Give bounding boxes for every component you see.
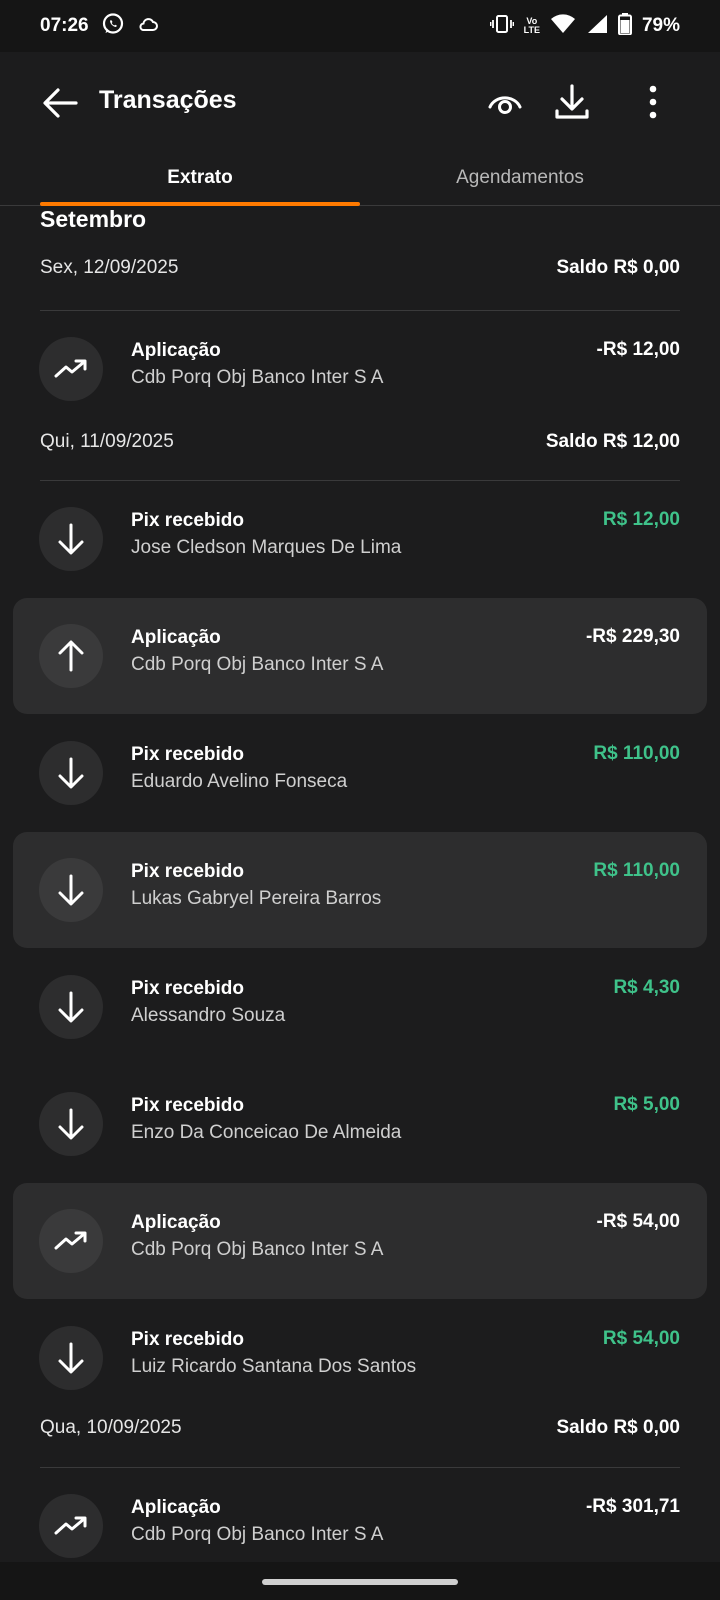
transaction-row[interactable]: Pix recebido Alessandro Souza R$ 4,30 bbox=[13, 949, 707, 1065]
transaction-subtitle: Cdb Porq Obj Banco Inter S A bbox=[131, 1239, 384, 1260]
battery-icon bbox=[617, 12, 632, 40]
day-date: Qua, 10/09/2025 bbox=[40, 1417, 182, 1438]
transaction-subtitle: Cdb Porq Obj Banco Inter S A bbox=[131, 367, 384, 388]
arrow-down-icon bbox=[39, 1326, 103, 1390]
transaction-subtitle: Enzo Da Conceicao De Almeida bbox=[131, 1122, 402, 1143]
transaction-subtitle: Eduardo Avelino Fonseca bbox=[131, 771, 348, 792]
transaction-amount: R$ 12,00 bbox=[602, 509, 680, 530]
arrow-down-icon bbox=[39, 741, 103, 805]
transaction-amount: R$ 54,00 bbox=[602, 1328, 680, 1349]
home-gesture-handle[interactable] bbox=[262, 1579, 458, 1585]
transaction-title: Pix recebido bbox=[131, 1329, 244, 1350]
transaction-row[interactable]: Pix recebido Jose Cledson Marques De Lim… bbox=[13, 481, 707, 597]
transaction-amount: R$ 110,00 bbox=[593, 860, 680, 881]
download-icon[interactable] bbox=[552, 82, 592, 122]
battery-level: 79% bbox=[641, 15, 680, 36]
transaction-amount: R$ 5,00 bbox=[613, 1094, 680, 1115]
transaction-amount: -R$ 12,00 bbox=[596, 339, 680, 360]
transaction-title: Pix recebido bbox=[131, 1095, 244, 1116]
arrow-down-icon bbox=[39, 1092, 103, 1156]
tab-bar: Extrato Agendamentos bbox=[0, 150, 720, 206]
status-bar: 07:26 Vo LTE 79% bbox=[0, 0, 720, 52]
transaction-subtitle: Luiz Ricardo Santana Dos Santos bbox=[131, 1356, 417, 1377]
eye-icon[interactable] bbox=[485, 82, 525, 122]
month-heading: Setembro bbox=[40, 206, 147, 232]
day-balance: Saldo R$ 12,00 bbox=[545, 431, 680, 452]
transaction-subtitle: Alessandro Souza bbox=[131, 1005, 286, 1026]
transaction-row[interactable]: Aplicação Cdb Porq Obj Banco Inter S A -… bbox=[13, 598, 707, 714]
back-arrow-icon[interactable] bbox=[40, 85, 80, 121]
transaction-amount: -R$ 54,00 bbox=[596, 1211, 680, 1232]
transaction-amount: R$ 4,30 bbox=[613, 977, 680, 998]
transaction-title: Aplicação bbox=[131, 1212, 221, 1233]
volte-indicator: Vo LTE bbox=[524, 17, 540, 35]
system-nav-bar bbox=[0, 1562, 720, 1600]
transaction-subtitle: Cdb Porq Obj Banco Inter S A bbox=[131, 654, 384, 675]
transaction-title: Pix recebido bbox=[131, 744, 244, 765]
trending-up-icon bbox=[39, 337, 103, 401]
transaction-subtitle: Jose Cledson Marques De Lima bbox=[131, 537, 402, 558]
tab-extrato[interactable]: Extrato bbox=[40, 150, 360, 206]
tab-agendamentos[interactable]: Agendamentos bbox=[360, 150, 680, 206]
transaction-subtitle: Cdb Porq Obj Banco Inter S A bbox=[131, 1524, 384, 1545]
transaction-amount: -R$ 229,30 bbox=[585, 626, 680, 647]
trending-up-icon bbox=[39, 1494, 103, 1558]
day-header: Sex, 12/09/2025 Saldo R$ 0,00 bbox=[40, 253, 680, 283]
more-vertical-icon[interactable] bbox=[643, 82, 663, 122]
transaction-title: Pix recebido bbox=[131, 861, 244, 882]
transaction-subtitle: Lukas Gabryel Pereira Barros bbox=[131, 888, 382, 909]
transaction-row[interactable]: Pix recebido Eduardo Avelino Fonseca R$ … bbox=[13, 715, 707, 831]
transaction-title: Pix recebido bbox=[131, 510, 244, 531]
arrow-down-icon bbox=[39, 507, 103, 571]
cloud-icon bbox=[137, 14, 159, 39]
day-date: Sex, 12/09/2025 bbox=[40, 257, 179, 278]
transaction-row[interactable]: Aplicação Cdb Porq Obj Banco Inter S A -… bbox=[13, 1183, 707, 1299]
transaction-amount: -R$ 301,71 bbox=[585, 1496, 680, 1517]
transaction-row[interactable]: Pix recebido Enzo Da Conceicao De Almeid… bbox=[13, 1066, 707, 1182]
transaction-title: Aplicação bbox=[131, 1497, 221, 1518]
transaction-title: Aplicação bbox=[131, 627, 221, 648]
arrow-up-icon bbox=[39, 624, 103, 688]
app-header: Transações bbox=[0, 52, 720, 152]
trending-up-icon bbox=[39, 1209, 103, 1273]
day-balance: Saldo R$ 0,00 bbox=[556, 1417, 680, 1438]
transaction-row[interactable]: Aplicação Cdb Porq Obj Banco Inter S A -… bbox=[13, 311, 707, 427]
transaction-row[interactable]: Pix recebido Lukas Gabryel Pereira Barro… bbox=[13, 832, 707, 948]
whatsapp-icon bbox=[101, 12, 125, 41]
page-title: Transações bbox=[99, 86, 237, 114]
day-header: Qua, 10/09/2025 Saldo R$ 0,00 bbox=[40, 1413, 680, 1443]
network-label: LTE bbox=[523, 25, 540, 35]
day-date: Qui, 11/09/2025 bbox=[40, 431, 174, 452]
transaction-amount: R$ 110,00 bbox=[593, 743, 680, 764]
transaction-title: Pix recebido bbox=[131, 978, 244, 999]
arrow-down-icon bbox=[39, 858, 103, 922]
day-balance: Saldo R$ 0,00 bbox=[556, 257, 680, 278]
transaction-title: Aplicação bbox=[131, 340, 221, 361]
status-time: 07:26 bbox=[40, 15, 89, 36]
vibrate-icon bbox=[489, 13, 515, 40]
wifi-icon bbox=[550, 13, 576, 39]
day-header: Qui, 11/09/2025 Saldo R$ 12,00 bbox=[40, 427, 680, 457]
transaction-row[interactable]: Pix recebido Luiz Ricardo Santana Dos Sa… bbox=[13, 1300, 707, 1416]
signal-icon bbox=[586, 14, 608, 39]
arrow-down-icon bbox=[39, 975, 103, 1039]
